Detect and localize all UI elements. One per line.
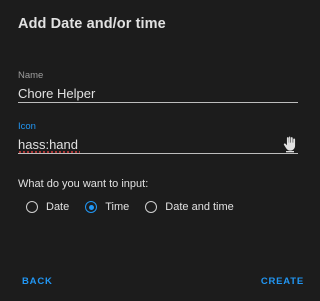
add-date-time-dialog: Add Date and/or time Name Chore Helper I… (0, 0, 316, 301)
radio-date[interactable]: Date (26, 201, 69, 213)
name-field-underline (18, 102, 298, 103)
radio-date-and-time-label: Date and time (165, 201, 234, 213)
radio-date-label: Date (46, 201, 70, 213)
icon-input[interactable]: hass:hand (18, 137, 78, 152)
name-field[interactable]: Name Chore Helper (18, 70, 298, 103)
dialog-title: Add Date and/or time (18, 16, 166, 32)
radio-date-button[interactable] (26, 201, 38, 213)
back-button[interactable]: BACK (22, 276, 53, 287)
radio-time[interactable]: Time (85, 201, 129, 213)
radio-time-button[interactable] (85, 201, 98, 213)
radio-date-and-time[interactable]: Date and time (145, 201, 234, 213)
icon-field-underline (18, 153, 298, 154)
name-input[interactable]: Chore Helper (18, 86, 298, 103)
icon-field-label: Icon (18, 121, 36, 132)
name-field-label: Name (18, 70, 44, 81)
icon-field[interactable]: Icon hass:hand (18, 121, 298, 154)
icon-field-value-row: hass:hand (18, 136, 298, 154)
create-button[interactable]: CREATE (261, 276, 304, 287)
radio-date-and-time-button[interactable] (145, 201, 158, 213)
radio-time-label: Time (105, 201, 130, 213)
hand-icon (283, 136, 296, 153)
input-type-question: What do you want to input: (18, 178, 149, 190)
input-type-radio-group: Date Time Date and time (26, 201, 250, 213)
